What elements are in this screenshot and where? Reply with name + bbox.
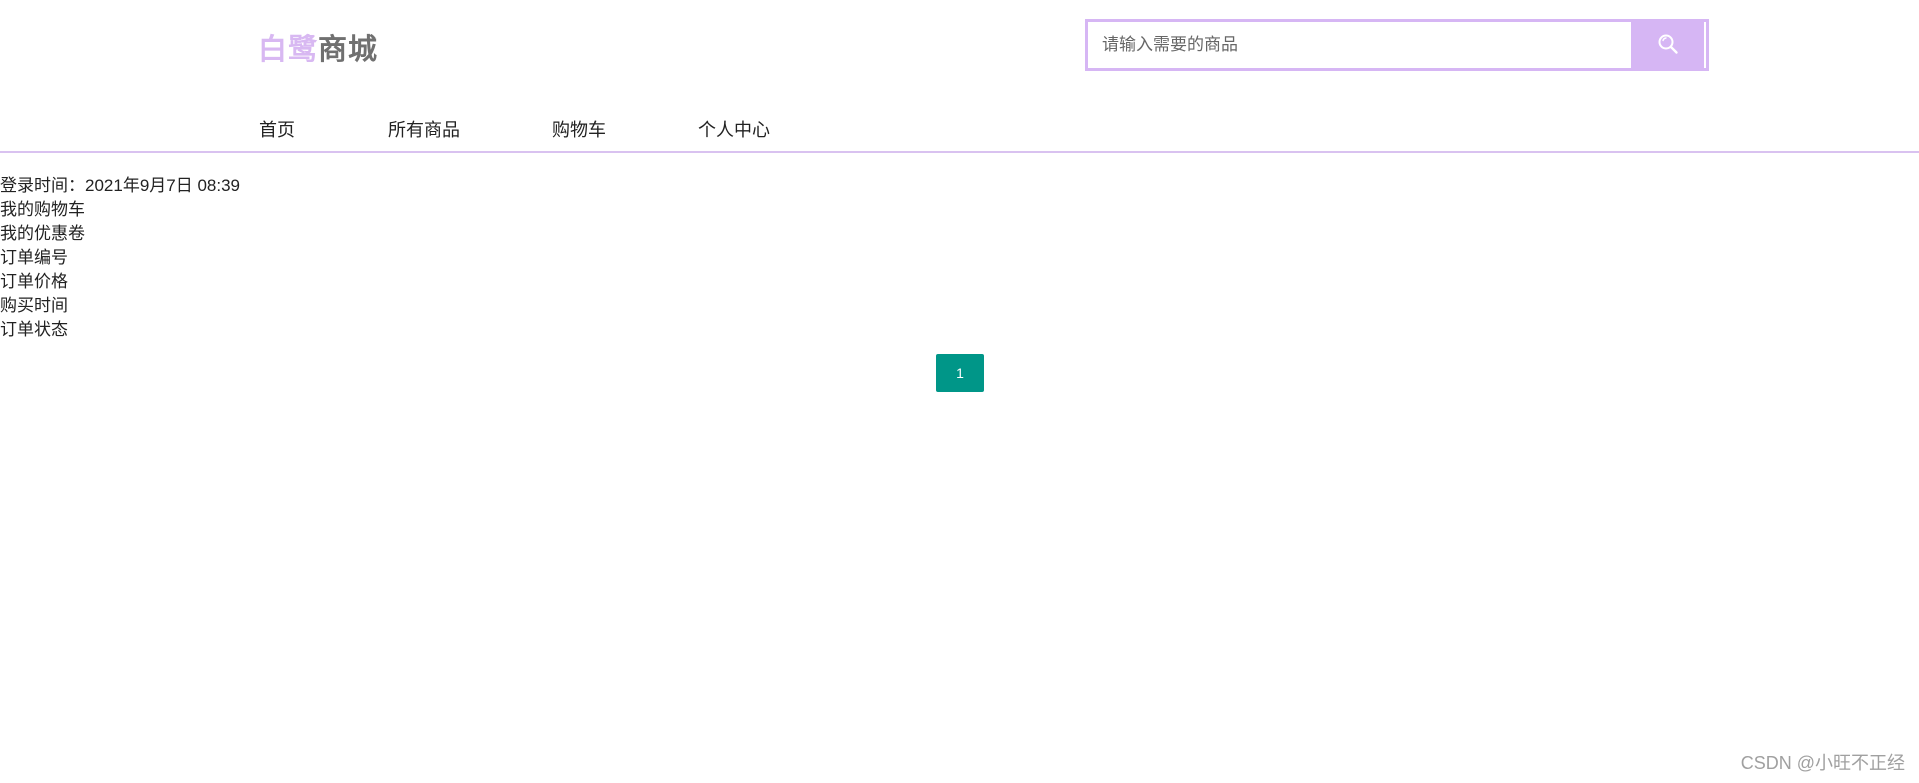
order-price-header: 订单价格 (0, 272, 68, 291)
purchase-time-header: 购买时间 (0, 296, 68, 315)
pagination-page-1[interactable]: 1 (936, 354, 984, 392)
my-cart-link[interactable]: 我的购物车 (0, 198, 240, 222)
login-time: 登录时间：2021年9月7日 08:39 (0, 176, 240, 195)
search-input[interactable] (1088, 22, 1631, 68)
nav-item-all-products[interactable]: 所有商品 (388, 116, 460, 142)
my-coupons-link[interactable]: 我的优惠卷 (0, 222, 240, 246)
logo[interactable]: 白鹭 商城 (258, 26, 378, 68)
nav-item-cart[interactable]: 购物车 (552, 116, 606, 142)
watermark: CSDN @小旺不正经 (1740, 753, 1905, 773)
search-icon (1657, 33, 1679, 58)
header: 白鹭 商城 (0, 0, 1919, 90)
search-button[interactable] (1631, 22, 1704, 68)
order-number-header: 订单编号 (0, 248, 68, 267)
order-status-header: 订单状态 (0, 320, 68, 339)
nav-item-home[interactable]: 首页 (259, 116, 295, 142)
logo-brand-text: 商城 (318, 32, 379, 66)
logo-brand-mark: 白鹭 (258, 32, 319, 66)
nav-item-profile[interactable]: 个人中心 (698, 116, 770, 142)
profile-content: 登录时间：2021年9月7日 08:39 我的购物车 我的优惠卷 订单编号 订单… (0, 174, 240, 342)
main-nav: 首页 所有商品 购物车 个人中心 (0, 110, 1919, 153)
search-box (1085, 19, 1709, 71)
